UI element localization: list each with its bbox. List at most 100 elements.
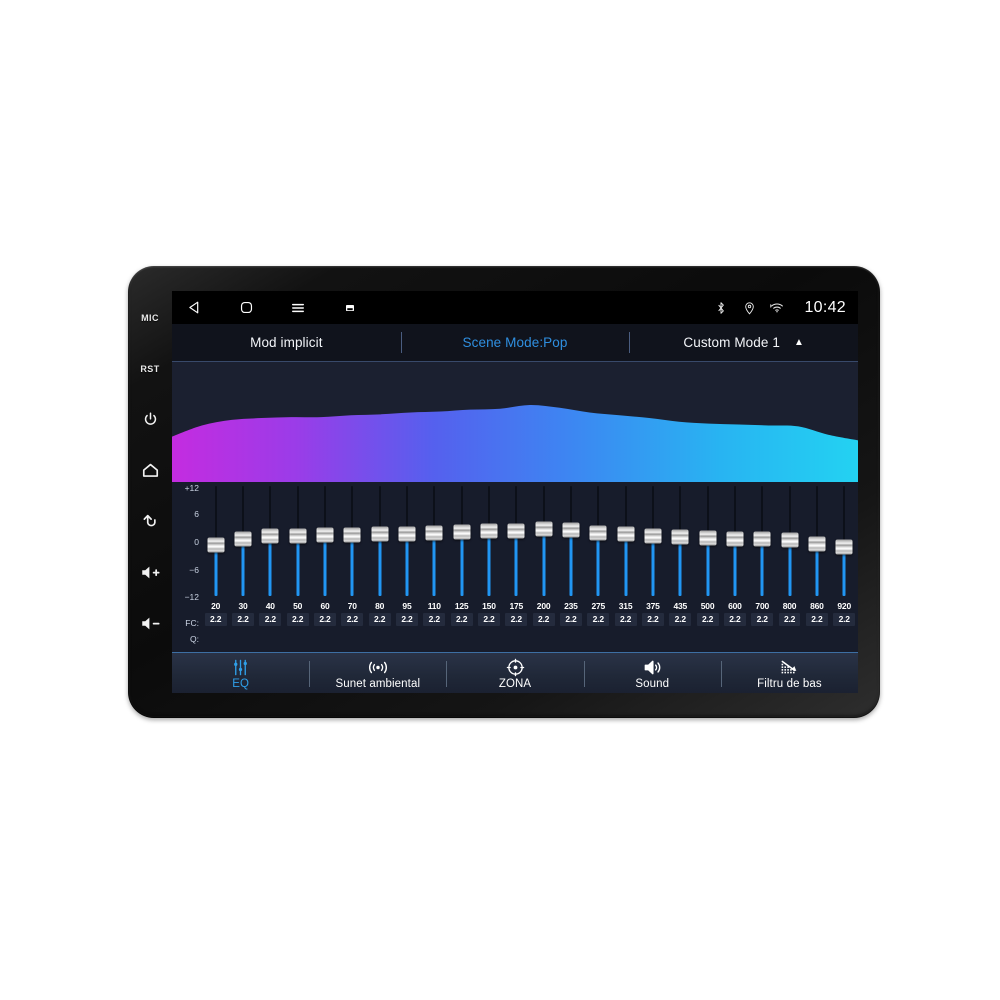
mode-custom-label: Custom Mode 1 <box>683 335 780 350</box>
mode-custom-button[interactable]: Custom Mode 1 ▲ <box>629 324 858 361</box>
slider-knob[interactable] <box>535 521 553 537</box>
slider-knob[interactable] <box>371 526 389 542</box>
eq-band-slider[interactable] <box>475 482 502 600</box>
band-q-value[interactable]: 2.2 <box>696 613 719 626</box>
band-q-value[interactable]: 2.2 <box>587 613 610 626</box>
eq-band-slider[interactable] <box>202 482 229 600</box>
band-q-value[interactable]: 2.2 <box>368 613 391 626</box>
nav-home-button[interactable] <box>236 298 256 318</box>
slider-knob[interactable] <box>589 525 607 541</box>
band-q-value[interactable]: 2.2 <box>478 613 500 626</box>
band-q-value[interactable]: 2.2 <box>532 613 555 626</box>
band-q-value[interactable]: 2.2 <box>341 613 364 626</box>
slider-fill <box>487 531 491 596</box>
zone-target-icon <box>506 658 525 677</box>
slider-knob[interactable] <box>781 532 799 548</box>
slider-knob[interactable] <box>289 528 307 543</box>
slider-knob[interactable] <box>617 526 635 542</box>
slider-knob[interactable] <box>808 536 826 552</box>
band-q-value[interactable]: 2.2 <box>450 613 473 626</box>
band-q-value[interactable]: 2.2 <box>232 613 254 626</box>
band-q-value[interactable]: 2.2 <box>778 613 801 626</box>
eq-band-slider[interactable] <box>639 482 666 600</box>
tab-zone[interactable]: ZONA <box>446 653 583 693</box>
band-frequency-label: 50 <box>293 601 303 611</box>
band-q-value[interactable]: 2.2 <box>614 613 637 626</box>
slider-knob[interactable] <box>835 539 853 554</box>
slider-knob[interactable] <box>261 528 279 544</box>
band-q-value[interactable]: 2.2 <box>669 613 692 626</box>
hw-mic-button[interactable]: MIC <box>128 292 172 343</box>
slider-knob[interactable] <box>644 528 662 543</box>
band-q-value[interactable]: 2.2 <box>723 613 746 626</box>
hw-power-button[interactable] <box>128 394 172 445</box>
slider-knob[interactable] <box>398 526 416 542</box>
slider-knob[interactable] <box>425 525 443 541</box>
nav-screenshot-button[interactable] <box>340 298 360 318</box>
slider-knob[interactable] <box>316 527 334 543</box>
slider-knob[interactable] <box>753 531 771 547</box>
eq-band-slider[interactable] <box>311 482 338 600</box>
nav-back-button[interactable] <box>184 298 204 318</box>
band-q-value[interactable]: 2.2 <box>505 613 528 626</box>
eq-band-slider[interactable] <box>776 482 803 600</box>
band-q-value[interactable]: 2.2 <box>560 613 582 626</box>
eq-band-slider[interactable] <box>339 482 366 600</box>
band-q-value[interactable]: 2.2 <box>805 613 828 626</box>
band-q-value[interactable]: 2.2 <box>286 613 309 626</box>
band-q-value[interactable]: 2.2 <box>833 613 856 626</box>
eq-band-slider[interactable] <box>831 482 858 600</box>
hw-back-button[interactable] <box>128 496 172 547</box>
eq-band-slider[interactable] <box>667 482 694 600</box>
slider-knob[interactable] <box>343 527 361 543</box>
eq-band-slider[interactable] <box>803 482 830 600</box>
slider-knob[interactable] <box>507 523 525 539</box>
eq-band-slider[interactable] <box>721 482 748 600</box>
eq-band: 95 2.2 <box>393 482 420 652</box>
band-q-value[interactable]: 2.2 <box>259 613 282 626</box>
slider-knob[interactable] <box>699 530 717 546</box>
band-q-value[interactable]: 2.2 <box>314 613 336 626</box>
mode-default-button[interactable]: Mod implicit <box>172 324 401 361</box>
eq-band-slider[interactable] <box>612 482 639 600</box>
nav-menu-button[interactable] <box>288 298 308 318</box>
slider-knob[interactable] <box>207 537 225 553</box>
eq-band-slider[interactable] <box>585 482 612 600</box>
band-q-value[interactable]: 2.2 <box>396 613 418 626</box>
eq-band-slider[interactable] <box>421 482 448 600</box>
eq-band-slider[interactable] <box>557 482 584 600</box>
slider-knob[interactable] <box>234 531 252 547</box>
speaker-icon <box>642 658 663 677</box>
hw-reset-button[interactable]: RST <box>128 343 172 394</box>
slider-knob[interactable] <box>562 522 580 538</box>
eq-band: 20 2.2 <box>202 482 229 652</box>
band-q-value[interactable]: 2.2 <box>751 613 774 626</box>
band-frequency-label: 60 <box>320 601 330 611</box>
eq-band-slider[interactable] <box>229 482 256 600</box>
band-q-value[interactable]: 2.2 <box>204 613 227 626</box>
hw-volume-up-button[interactable] <box>128 547 172 598</box>
slider-knob[interactable] <box>453 524 471 540</box>
eq-band-slider[interactable] <box>257 482 284 600</box>
eq-band-slider[interactable] <box>503 482 530 600</box>
eq-band-slider[interactable] <box>448 482 475 600</box>
slider-knob[interactable] <box>726 531 744 547</box>
band-q-value[interactable]: 2.2 <box>641 613 664 626</box>
slider-knob[interactable] <box>671 529 689 545</box>
eq-band-slider[interactable] <box>749 482 776 600</box>
tab-sound[interactable]: Sound <box>583 653 721 693</box>
eq-band-slider[interactable] <box>366 482 393 600</box>
eq-band-slider[interactable] <box>694 482 721 600</box>
expand-arrow-icon[interactable]: ▲ <box>794 337 804 348</box>
hw-volume-down-button[interactable] <box>128 598 172 649</box>
band-q-value[interactable]: 2.2 <box>423 613 446 626</box>
mode-scene-button[interactable]: Scene Mode:Pop <box>400 324 630 361</box>
slider-knob[interactable] <box>480 523 498 539</box>
eq-band-slider[interactable] <box>393 482 420 600</box>
tab-bass-filter[interactable]: Filtru de bas <box>720 653 858 693</box>
tab-eq[interactable]: EQ <box>172 653 309 693</box>
eq-band-slider[interactable] <box>530 482 557 600</box>
tab-surround[interactable]: Sunet ambiental <box>309 653 446 693</box>
eq-band-slider[interactable] <box>284 482 311 600</box>
hw-home-button[interactable] <box>128 445 172 496</box>
